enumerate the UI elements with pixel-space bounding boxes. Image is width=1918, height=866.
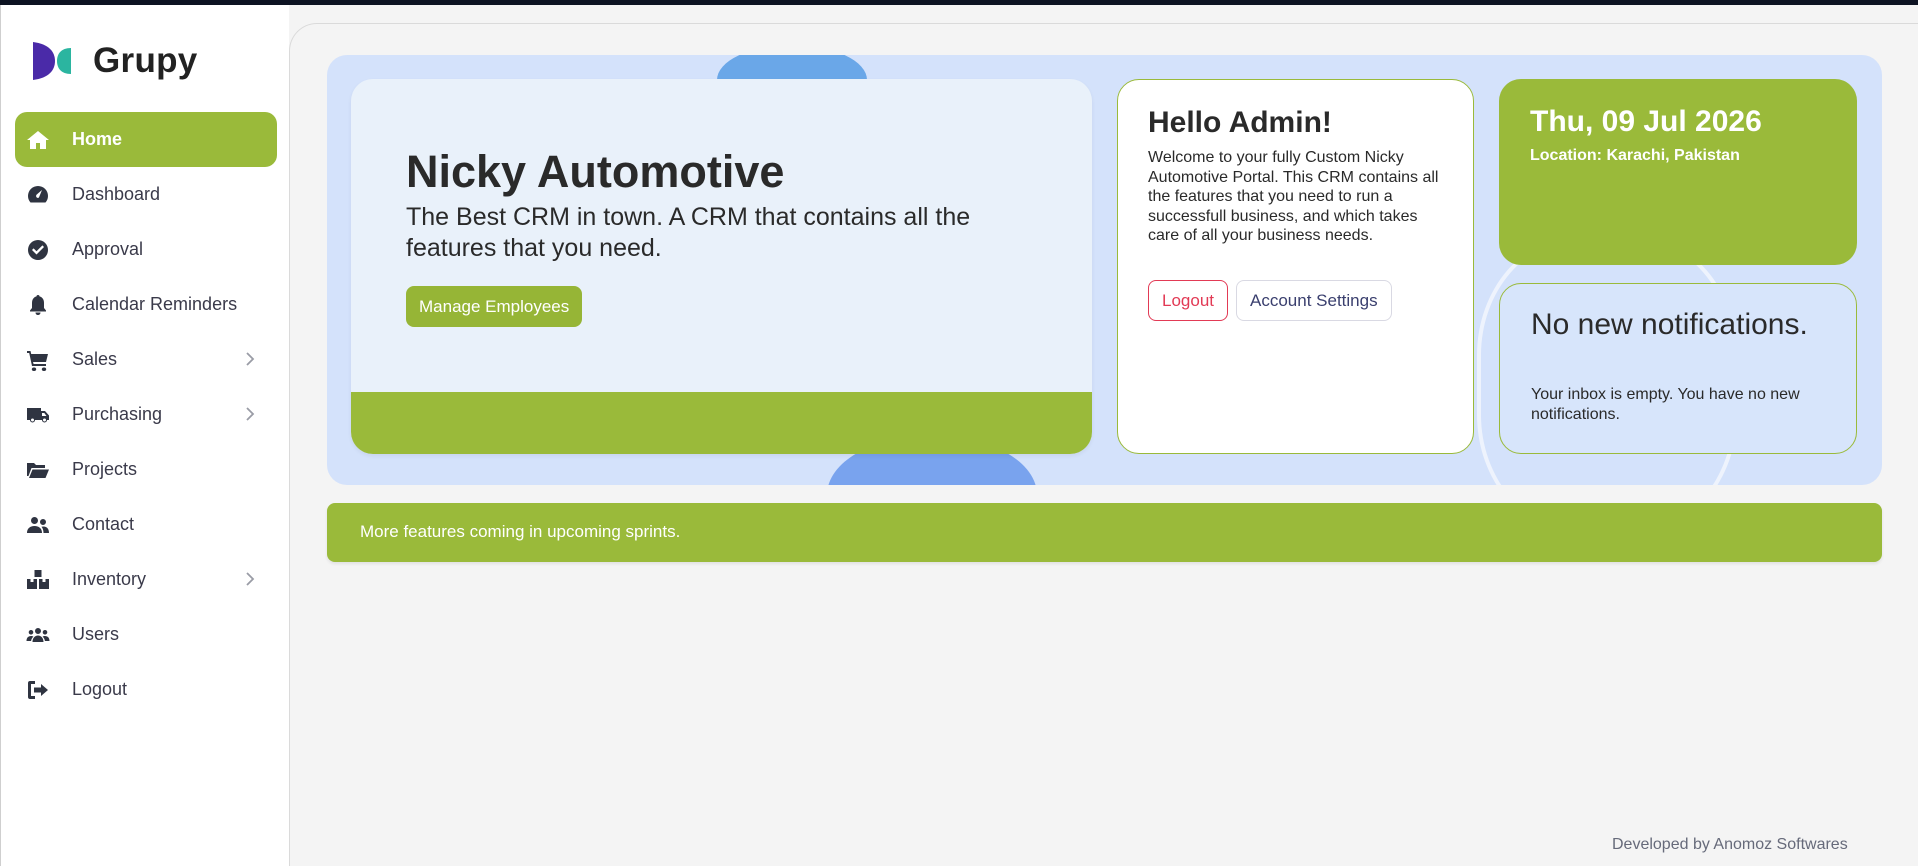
company-title: Nicky Automotive [406,146,785,197]
sidebar-item-label: Purchasing [72,404,163,424]
brand-logo-icon [33,42,71,80]
sidebar-item-sales[interactable]: Sales [15,332,277,387]
sidebar-item-label: Inventory [72,569,147,589]
banner-text: More features coming in upcoming sprints… [360,522,681,541]
window-left-border [0,5,1,866]
footer-credit: Developed by Anomoz Softwares [1612,836,1848,853]
folder-open-icon [25,457,51,483]
greeting-text: Welcome to your fully Custom Nicky Autom… [1148,149,1439,244]
card-accent-band [351,392,1092,454]
sidebar-item-home[interactable]: Home [15,112,277,167]
date-card: Thu, 09 Jul 2026 Location: Karachi, Paki… [1499,79,1857,265]
brand[interactable]: Grupy [29,37,198,85]
sidebar-item-label: Home [72,129,123,149]
home-icon [25,127,51,153]
sidebar-item-calendar-reminders[interactable]: Calendar Reminders [15,277,277,332]
logout-button[interactable]: Logout [1148,280,1228,321]
chevron-right-icon [241,405,259,423]
sidebar-item-purchasing[interactable]: Purchasing [15,387,277,442]
greeting-card: Hello Admin! Welcome to your fully Custo… [1117,79,1474,454]
user-pair-icon [25,512,51,538]
truck-icon [25,402,51,428]
sidebar-item-projects[interactable]: Projects [15,442,277,497]
sidebar: Grupy Home Dashboard Approval Calendar R… [1,5,289,866]
greeting-title: Hello Admin! [1148,106,1332,139]
sidebar-item-label: Users [72,624,120,644]
sidebar-item-dashboard[interactable]: Dashboard [15,167,277,222]
sidebar-item-label: Dashboard [72,184,161,204]
account-settings-button[interactable]: Account Settings [1236,280,1392,321]
sidebar-item-label: Logout [72,679,128,699]
sidebar-nav: Home Dashboard Approval Calendar Reminde… [15,112,277,717]
sidebar-item-logout[interactable]: Logout [15,662,277,717]
bell-icon [25,292,51,318]
brand-name: Grupy [93,41,198,80]
sidebar-item-label: Calendar Reminders [72,294,238,314]
sidebar-item-label: Projects [72,459,138,479]
current-date: Thu, 09 Jul 2026 [1530,105,1762,138]
sidebar-item-label: Contact [72,514,135,534]
gauge-icon [25,182,51,208]
company-card: Nicky Automotive The Best CRM in town. A… [351,79,1092,454]
notifications-card: No new notifications. Your inbox is empt… [1499,283,1857,454]
chevron-right-icon [241,350,259,368]
check-circle-icon [25,237,51,263]
sidebar-item-users[interactable]: Users [15,607,277,662]
info-banner: More features coming in upcoming sprints… [327,503,1882,562]
location-text: Location: Karachi, Pakistan [1530,147,1740,164]
notifications-title: No new notifications. [1531,308,1808,341]
chevron-right-icon [241,570,259,588]
company-tagline: The Best CRM in town. A CRM that contain… [406,203,971,262]
sidebar-item-contact[interactable]: Contact [15,497,277,552]
boxes-icon [25,567,51,593]
sidebar-item-inventory[interactable]: Inventory [15,552,277,607]
cart-icon [25,347,51,373]
users-icon [25,622,51,648]
sidebar-item-approval[interactable]: Approval [15,222,277,277]
notifications-text: Your inbox is empty. You have no new not… [1531,386,1800,423]
sign-out-icon [25,677,51,703]
sidebar-item-label: Approval [72,239,144,259]
manage-employees-button[interactable]: Manage Employees [406,286,583,327]
sidebar-item-label: Sales [72,349,118,369]
